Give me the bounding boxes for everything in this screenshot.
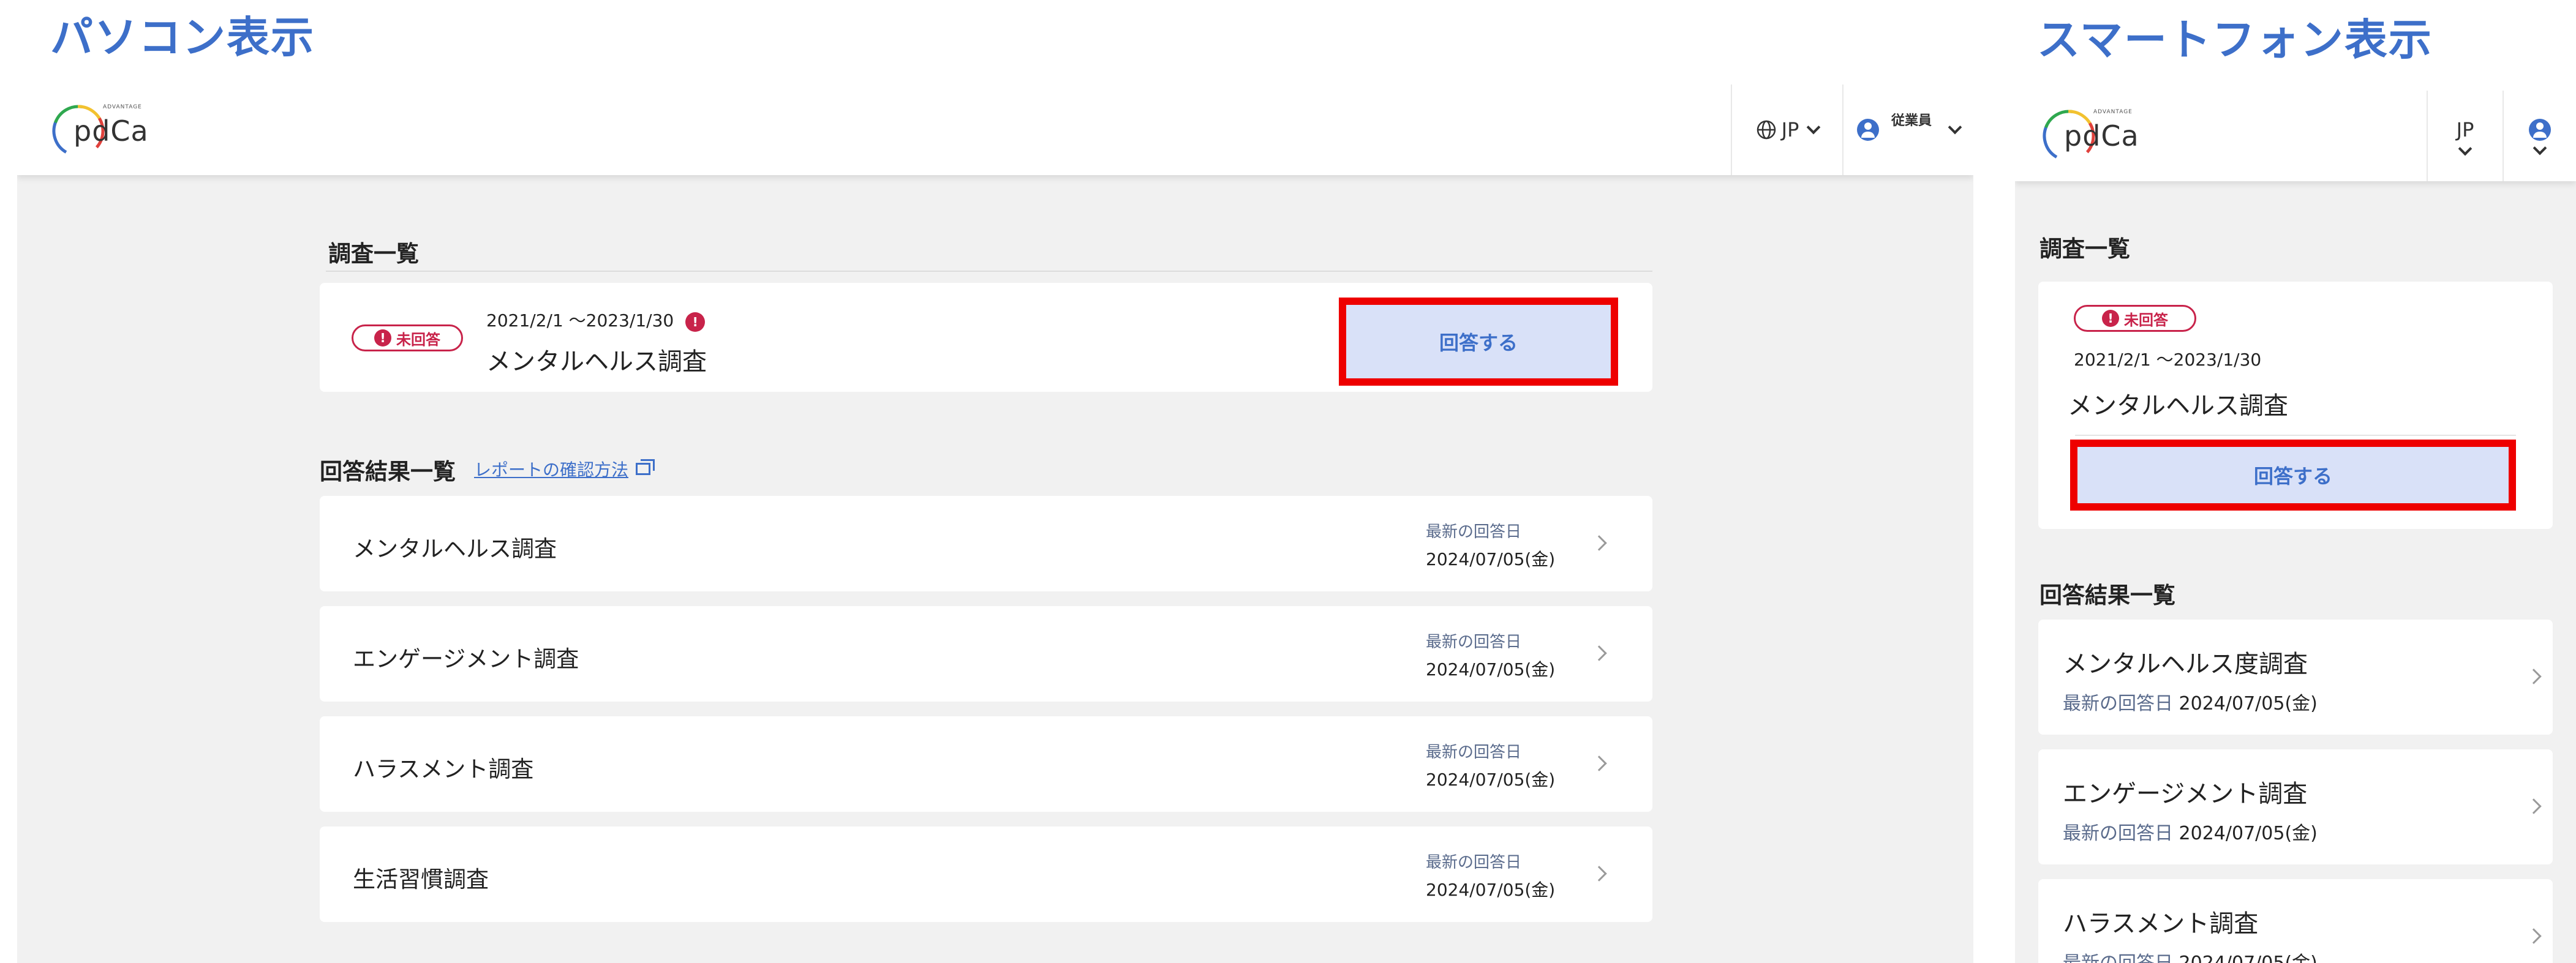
survey-card: ! 未回答 2021/2/1 〜2023/1/30 メンタルヘルス調査 回答する [2038,282,2553,529]
top-header-bar: pdCa ADVANTAGE JP [2015,91,2576,181]
result-name: ハラスメント調査 [2063,910,2259,938]
latest-answer-label: 最新の回答日 [1426,523,1522,541]
survey-period: 2021/2/1 〜2023/1/30 ! [486,307,710,332]
chevron-right-icon [2526,928,2542,944]
sp-view-frame: pdCa ADVANTAGE JP 調査一覧 ! 未回答 2021/2/1 〜2… [2015,91,2576,963]
survey-card-divider [2075,435,2516,436]
answer-button[interactable]: 回答する [1339,298,1618,386]
chevron-down-icon [2533,141,2547,156]
result-row[interactable]: 生活習慣調査 最新の回答日 2024/07/05(金) [320,826,1652,922]
latest-answer-line: 最新の回答日 2024/07/05(金) [2063,688,2318,715]
user-menu[interactable] [2503,91,2576,181]
exclamation-icon: ! [685,312,706,332]
latest-answer-label: 最新の回答日 [1426,853,1522,872]
chevron-right-icon [1591,645,1607,661]
result-row[interactable]: エンゲージメント調査 最新の回答日 2024/07/05(金) [320,606,1652,702]
logo-text: pdCa [2064,119,2139,152]
result-name: メンタルヘルス調査 [353,536,557,562]
latest-answer-line: 最新の回答日 2024/07/05(金) [2063,818,2318,845]
latest-answer-date: 2024/07/05(金) [2179,693,2318,714]
chevron-right-icon [1591,755,1607,771]
survey-card: ! 未回答 2021/2/1 〜2023/1/30 ! メンタルヘルス調査 回答… [320,283,1652,392]
latest-answer-date: 2024/07/05(金) [2179,823,2318,844]
status-badge: ! 未回答 [2074,305,2196,332]
result-row[interactable]: メンタルヘルス調査 最新の回答日 2024/07/05(金) [320,496,1652,591]
latest-answer-date: 2024/07/05(金) [1426,770,1556,790]
result-name: メンタルヘルス度調査 [2063,650,2308,678]
language-label: JP [1781,118,1799,141]
result-name: ハラスメント調査 [353,756,534,782]
latest-answer-label: 最新の回答日 [1426,743,1522,762]
report-guide-link-label: レポートの確認方法 [474,460,629,480]
app-logo[interactable]: pdCa ADVANTAGE [2038,105,2139,167]
status-badge-label: 未回答 [2124,311,2168,329]
chevron-right-icon [2526,798,2542,814]
result-row[interactable]: エンゲージメント調査 最新の回答日 2024/07/05(金) [2038,749,2553,864]
result-name: エンゲージメント調査 [2063,780,2308,808]
survey-period-text: 2021/2/1 〜2023/1/30 [486,310,674,331]
logo-subtext: ADVANTAGE [103,104,142,110]
latest-answer-label: 最新の回答日 [2063,953,2173,963]
top-header-bar: pdCa ADVANTAGE JP 従業員 [17,84,1973,175]
result-name: エンゲージメント調査 [353,646,579,672]
exclamation-icon: ! [2102,310,2119,327]
status-badge: ! 未回答 [352,324,463,351]
chevron-right-icon [2526,669,2542,684]
sp-view-heading: スマートフォン表示 [2037,15,2433,65]
latest-answer-line: 最新の回答日 2024/07/05(金) [2063,948,2318,963]
survey-name: メンタルヘルス調査 [2068,392,2288,420]
pc-view-heading: パソコン表示 [50,12,315,62]
latest-answer-date: 2024/07/05(金) [2179,953,2318,963]
latest-answer-label: 最新の回答日 [1426,633,1522,651]
result-row[interactable]: メンタルヘルス度調査 最新の回答日 2024/07/05(金) [2038,620,2553,735]
user-circle-icon [1856,119,1879,141]
language-selector[interactable]: JP [2427,91,2503,181]
result-row[interactable]: ハラスメント調査 最新の回答日 2024/07/05(金) [2038,879,2553,963]
language-label: JP [2456,118,2474,141]
user-menu[interactable]: 従業員 [1842,84,1973,175]
chevron-down-icon [2458,141,2472,156]
globe-icon [1757,120,1776,140]
pc-view-frame: pdCa ADVANTAGE JP 従業員 調査一覧 ! 未回答 2021/2/… [17,84,1973,963]
status-badge-label: 未回答 [396,331,440,348]
external-link-icon [636,459,655,475]
chevron-right-icon [1591,866,1607,882]
latest-answer-date: 2024/07/05(金) [1426,880,1556,900]
latest-answer-label: 最新の回答日 [2063,693,2173,714]
chevron-right-icon [1591,535,1607,551]
logo-text: pdCa [73,114,149,148]
result-row[interactable]: ハラスメント調査 最新の回答日 2024/07/05(金) [320,716,1652,812]
results-title: 回答結果一覧 [2039,582,2175,609]
chevron-down-icon [1807,120,1821,135]
latest-answer-date: 2024/07/05(金) [1426,659,1556,680]
survey-list-title: 調査一覧 [2039,236,2130,262]
results-title: 回答結果一覧 [320,459,456,485]
app-logo[interactable]: pdCa ADVANTAGE [48,100,149,162]
exclamation-icon: ! [374,329,391,347]
latest-answer-label: 最新の回答日 [2063,823,2173,844]
survey-list-title: 調査一覧 [328,241,419,267]
latest-answer-date: 2024/07/05(金) [1426,549,1556,569]
user-circle-icon [2529,119,2551,141]
survey-name: メンタルヘルス調査 [486,348,707,376]
result-name: 生活習慣調査 [353,866,489,893]
logo-subtext: ADVANTAGE [2093,109,2133,115]
survey-period: 2021/2/1 〜2023/1/30 [2074,350,2262,370]
user-role-label: 従業員 [1891,113,1932,129]
survey-list-divider [326,271,1652,272]
chevron-down-icon [1948,120,1962,135]
answer-button[interactable]: 回答する [2070,440,2516,511]
language-selector[interactable]: JP [1731,84,1842,175]
report-guide-link[interactable]: レポートの確認方法 [474,457,655,481]
